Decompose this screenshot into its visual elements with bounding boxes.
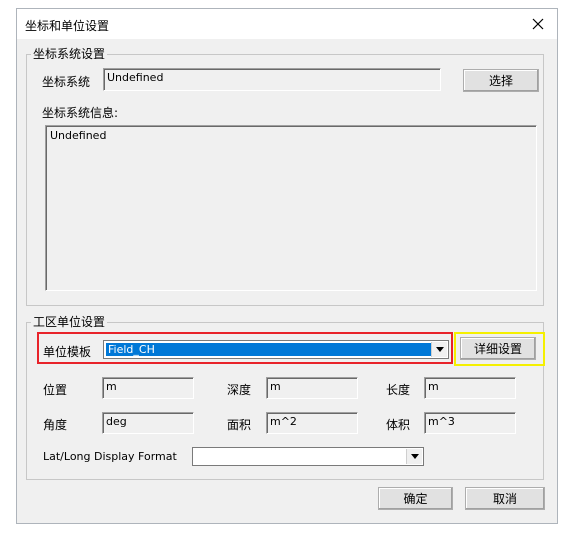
coord-system-group-title: 坐标系统设置 (31, 45, 108, 62)
coord-info-value: Undefined (50, 129, 107, 142)
area-field[interactable]: m^2 (266, 412, 358, 434)
chevron-down-icon (410, 454, 419, 459)
ok-button[interactable]: 确定 (378, 487, 453, 510)
detail-settings-label: 详细设置 (473, 342, 522, 356)
angle-field[interactable]: deg (102, 412, 194, 434)
coord-system-field[interactable]: Undefined (103, 68, 441, 91)
latlong-dropdown-arrow[interactable] (406, 449, 422, 464)
depth-value: m (270, 380, 281, 393)
select-button-label: 选择 (488, 74, 513, 88)
coord-info-textarea[interactable]: Undefined (45, 125, 537, 291)
latlong-dropdown[interactable] (192, 447, 424, 466)
volume-field[interactable]: m^3 (424, 412, 516, 434)
area-label: 面积 (227, 418, 252, 432)
position-field[interactable]: m (102, 377, 194, 399)
volume-label: 体积 (386, 418, 411, 432)
position-label: 位置 (43, 383, 68, 397)
window-title: 坐标和单位设置 (25, 19, 110, 33)
select-button[interactable]: 选择 (463, 69, 539, 92)
close-icon (532, 18, 544, 30)
dialog-window: 坐标和单位设置 坐标系统设置 坐标系统 Undefined 选择 坐标系统信息:… (16, 8, 558, 524)
angle-label: 角度 (43, 418, 68, 432)
latlong-label: Lat/Long Display Format (43, 450, 177, 463)
chevron-down-icon (435, 347, 444, 352)
area-value: m^2 (270, 415, 297, 428)
position-value: m (106, 380, 117, 393)
template-selected: Field_CH (105, 342, 433, 357)
template-dropdown[interactable]: Field_CH (103, 340, 449, 359)
unit-settings-group-title: 工区单位设置 (31, 313, 108, 330)
ok-button-label: 确定 (403, 492, 428, 506)
cancel-button[interactable]: 取消 (465, 487, 545, 510)
volume-value: m^3 (428, 415, 455, 428)
close-button[interactable] (525, 12, 551, 36)
length-label: 长度 (386, 383, 411, 397)
template-dropdown-arrow[interactable] (431, 342, 447, 357)
title-bar: 坐标和单位设置 (17, 9, 557, 39)
depth-label: 深度 (227, 383, 252, 397)
cancel-button-label: 取消 (492, 492, 517, 506)
length-field[interactable]: m (424, 377, 516, 399)
template-label: 单位模板 (43, 345, 92, 359)
coord-system-label: 坐标系统 (42, 75, 91, 89)
detail-settings-button[interactable]: 详细设置 (460, 337, 536, 360)
depth-field[interactable]: m (266, 377, 358, 399)
length-value: m (428, 380, 439, 393)
angle-value: deg (106, 415, 127, 428)
coord-system-value: Undefined (107, 71, 164, 84)
coord-info-label: 坐标系统信息: (42, 106, 119, 120)
template-value: Field_CH (108, 343, 155, 356)
